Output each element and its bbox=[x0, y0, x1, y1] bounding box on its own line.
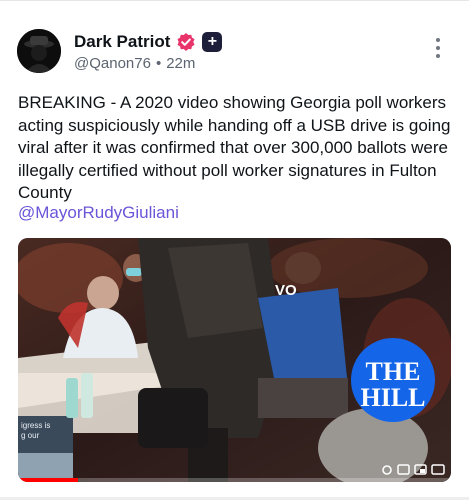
logo-line-2: HILL bbox=[360, 383, 425, 412]
more-options-icon[interactable] bbox=[432, 38, 444, 64]
avatar[interactable] bbox=[17, 29, 61, 73]
screen-text-1: igress is bbox=[21, 421, 50, 430]
timestamp[interactable]: 22m bbox=[166, 55, 195, 72]
author-row: Dark Patriot + bbox=[74, 30, 223, 54]
screen-text-2: g our bbox=[21, 431, 40, 440]
logo-line-1: THE bbox=[366, 357, 421, 386]
plus-badge-icon: + bbox=[202, 32, 223, 52]
verified-badge-icon bbox=[177, 33, 195, 51]
post-meta: @Qanon76 • 22m bbox=[74, 55, 195, 72]
display-name[interactable]: Dark Patriot bbox=[74, 32, 170, 52]
video-progress[interactable] bbox=[18, 478, 78, 482]
top-divider bbox=[0, 0, 469, 1]
mention-link[interactable]: @MayorRudyGiuliani bbox=[18, 203, 179, 223]
video-player[interactable]: VO igress is g our THE HILL bbox=[18, 238, 451, 482]
shirt-text: VO bbox=[275, 282, 297, 299]
post-text: BREAKING - A 2020 video showing Georgia … bbox=[18, 93, 451, 202]
separator-dot: • bbox=[155, 55, 162, 72]
handle[interactable]: @Qanon76 bbox=[74, 55, 151, 72]
